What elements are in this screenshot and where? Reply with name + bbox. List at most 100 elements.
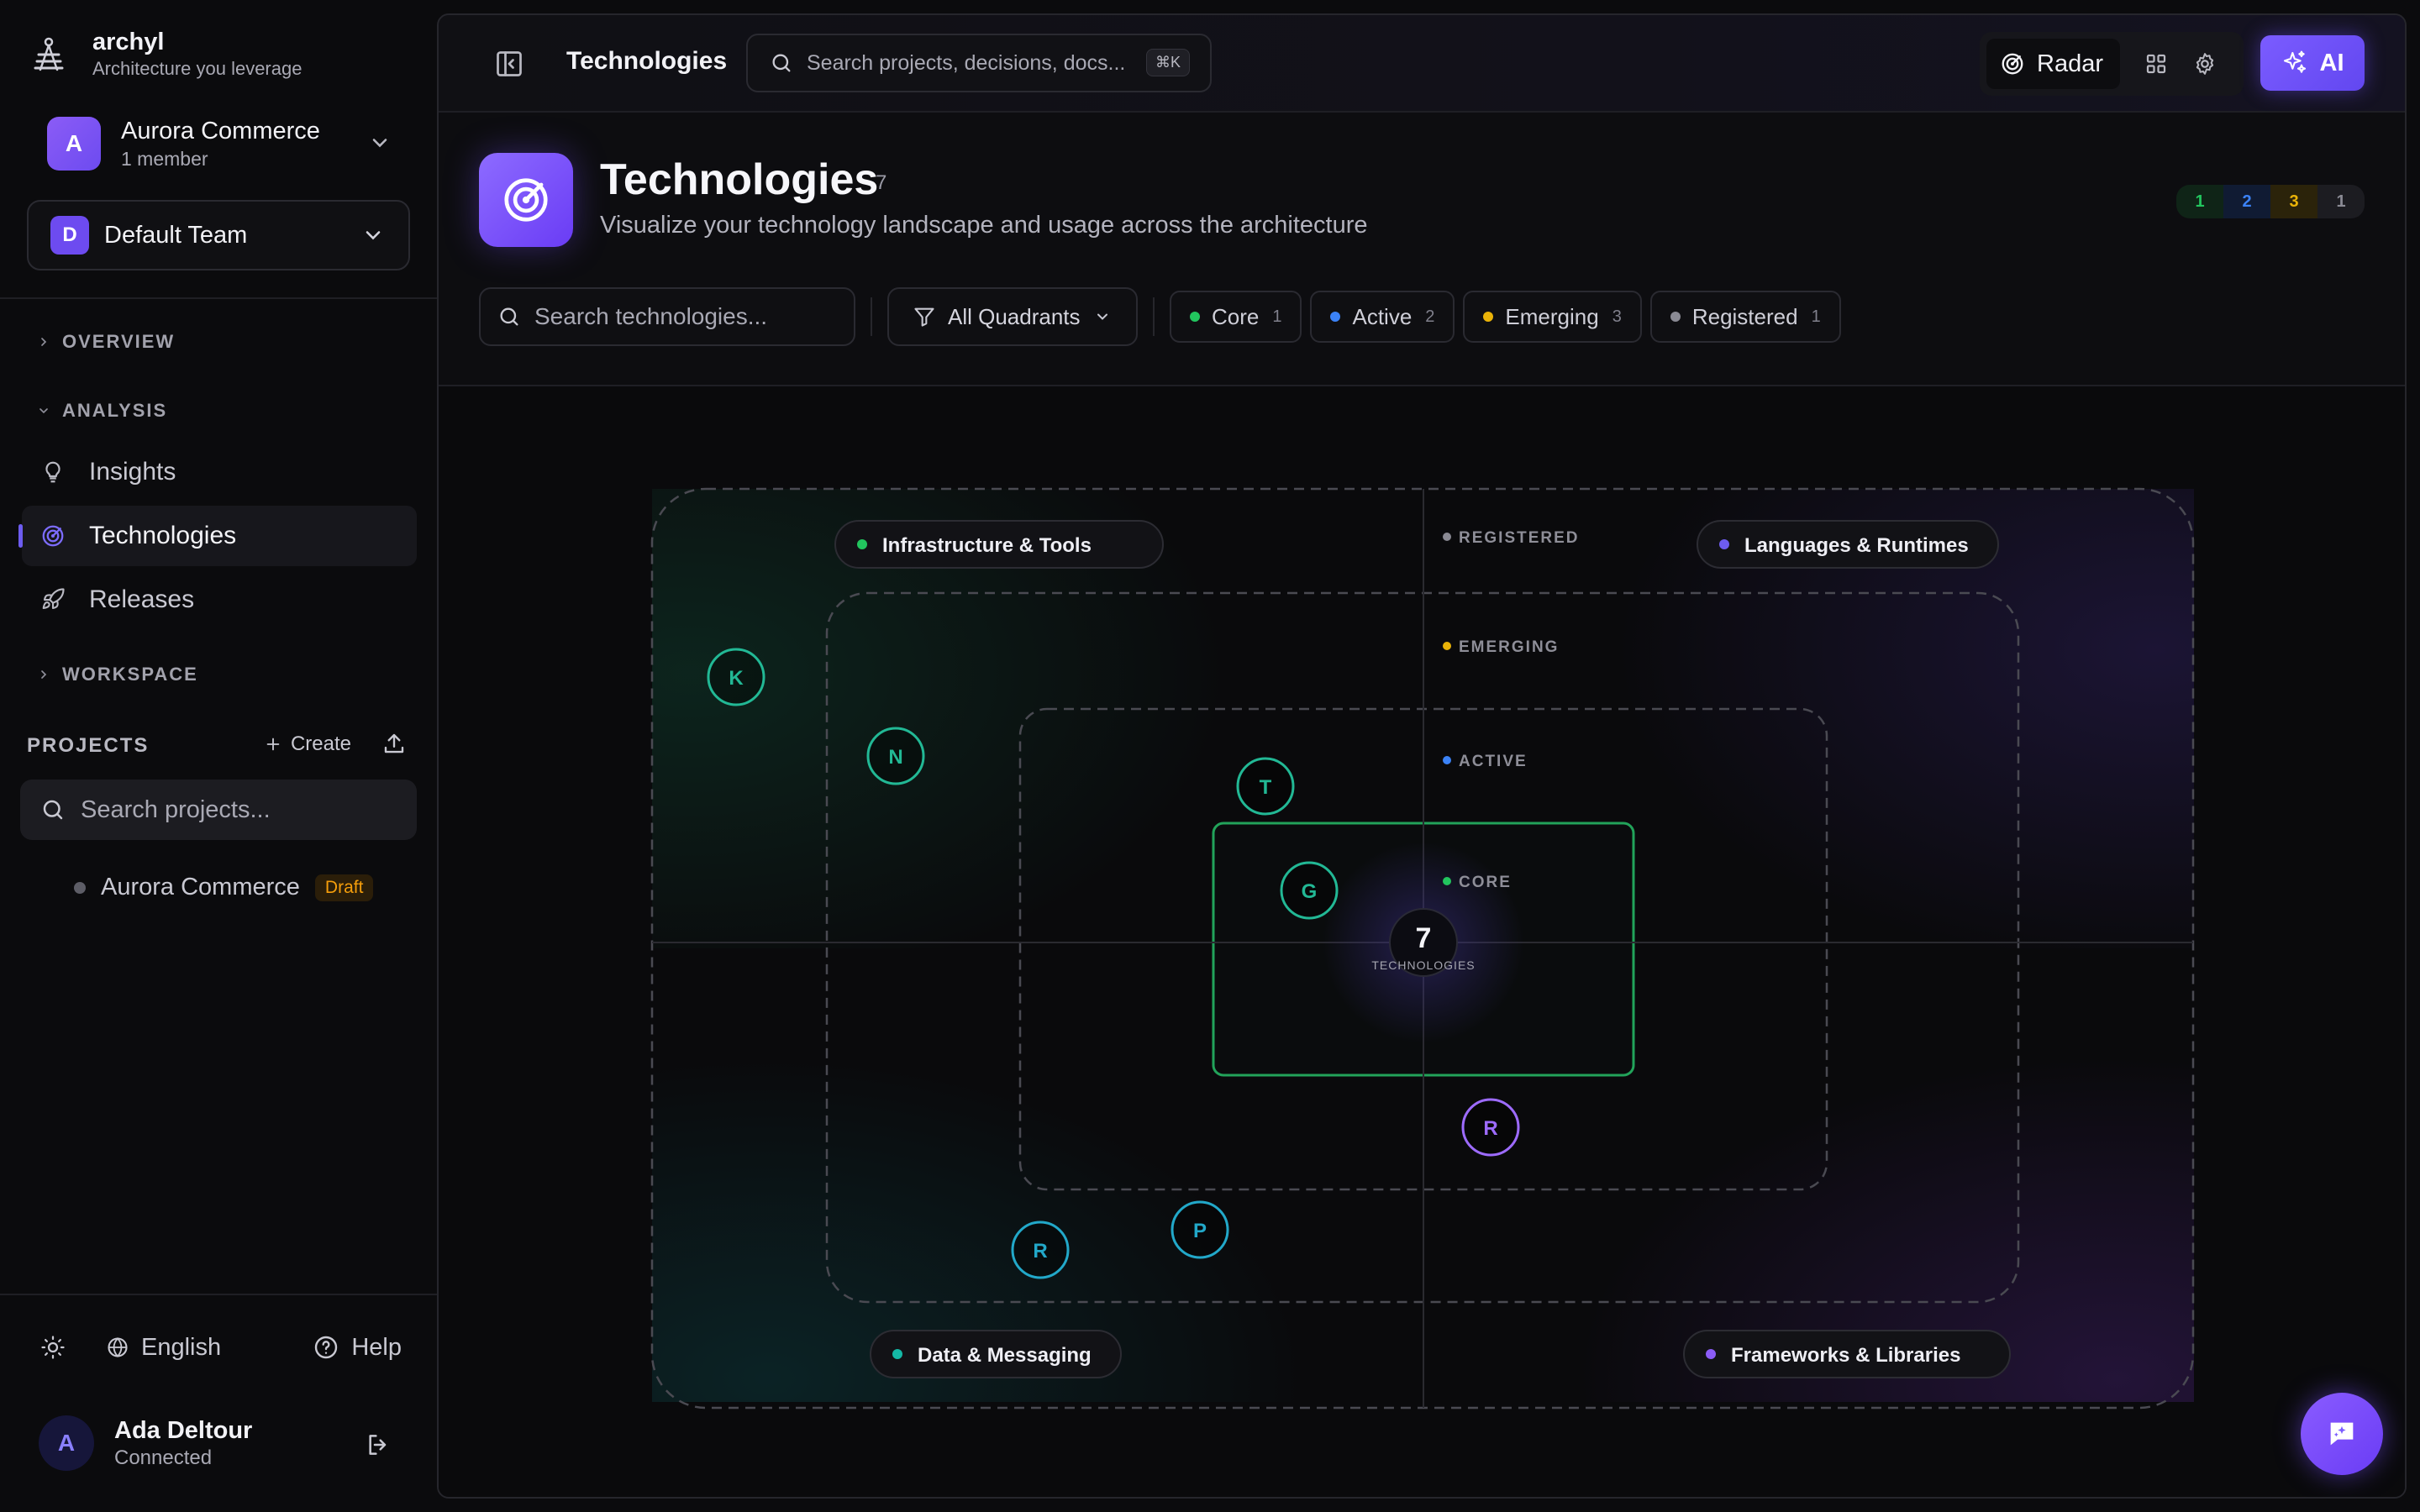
main-panel: Technologies ⌘K Radar AI Technologies 7 …: [437, 13, 2407, 1499]
language-label: English: [141, 1333, 222, 1361]
project-search[interactable]: [20, 780, 417, 840]
radar-icon: [2002, 53, 2023, 75]
technology-blip-label: P: [1193, 1220, 1207, 1242]
quadrant-label: Frameworks & Libraries: [1731, 1344, 1960, 1367]
quadrant-label: Infrastructure & Tools: [882, 534, 1092, 557]
help-button[interactable]: Help: [313, 1334, 402, 1362]
quadrant-select[interactable]: All Quadrants: [887, 287, 1138, 346]
ring-filter-active[interactable]: Active 2: [1310, 291, 1455, 343]
sidebar-item-insights[interactable]: Insights: [22, 442, 417, 502]
chevron-down-icon: [39, 408, 48, 414]
search-shortcut: ⌘K: [1145, 49, 1190, 76]
sidebar-item-label: Releases: [89, 585, 195, 613]
ring-label-dot: [1443, 642, 1451, 650]
ai-button[interactable]: AI: [2260, 35, 2365, 91]
section-analysis[interactable]: ANALYSIS: [37, 400, 167, 422]
user-name: Ada Deltour: [114, 1417, 253, 1444]
view-switcher: Radar: [1980, 32, 2244, 96]
user-status: Connected: [114, 1446, 213, 1469]
global-search[interactable]: ⌘K: [746, 34, 1212, 92]
total-technologies: 7: [1416, 922, 1432, 954]
gear-icon[interactable]: [2192, 51, 2217, 76]
team-selector[interactable]: D Default Team: [27, 200, 410, 270]
globe-icon: [108, 1337, 128, 1357]
technology-radar: REGISTERED EMERGING ACTIVE CORE Infrastructu…: [439, 386, 2405, 1497]
radar-icon: [42, 525, 64, 547]
ring-filter-count: 1: [1811, 307, 1821, 326]
quadrant-label: Data & Messaging: [918, 1344, 1092, 1367]
technology-search[interactable]: [479, 287, 855, 346]
ring-filter-core[interactable]: Core 1: [1170, 291, 1302, 343]
sun-icon[interactable]: [40, 1335, 66, 1360]
ring-count-pill: 2: [2223, 185, 2270, 218]
lightbulb-icon: [45, 461, 60, 483]
ring-label: EMERGING: [1459, 638, 1559, 656]
ring-label-dot: [1443, 533, 1451, 541]
create-project-button[interactable]: Create: [264, 732, 351, 756]
brand-name: archyl: [92, 29, 165, 55]
project-item-aurora-commerce[interactable]: Aurora Commerce Draft: [74, 874, 374, 901]
draft-badge: Draft: [314, 874, 374, 901]
radar-view-button[interactable]: Radar: [1986, 39, 2120, 89]
radar-layer: REGISTERED EMERGING ACTIVE CORE Infrastructu…: [650, 487, 2195, 1410]
grid-view-icon[interactable]: [2144, 51, 2169, 76]
section-workspace-label: WORKSPACE: [62, 664, 198, 685]
projects-header: PROJECTS Create: [27, 731, 410, 761]
page-subtitle: Visualize your technology landscape and …: [600, 212, 1368, 239]
quadrant-label: Languages & Runtimes: [1744, 534, 1969, 557]
org-members: 1 member: [121, 148, 208, 170]
language-selector[interactable]: English: [106, 1334, 221, 1362]
feedback-chat-button[interactable]: [2301, 1393, 2383, 1475]
ring-filter-registered[interactable]: Registered 1: [1649, 291, 1841, 343]
chevron-right-icon: [41, 338, 47, 346]
project-search-input[interactable]: [81, 795, 400, 824]
user-profile[interactable]: A Ada Deltour Connected: [39, 1411, 392, 1475]
page-title: Technologies: [600, 155, 879, 204]
org-name: Aurora Commerce: [121, 118, 320, 144]
sidebar-item-technologies[interactable]: Technologies: [18, 506, 417, 566]
project-name: Aurora Commerce: [101, 874, 300, 900]
sidebar-toggle-icon[interactable]: [494, 49, 524, 79]
ring-filter-label: Active: [1352, 303, 1413, 329]
technology-search-input[interactable]: [534, 303, 845, 330]
section-workspace[interactable]: WORKSPACE: [37, 664, 198, 685]
ring-count-pill: 1: [2176, 185, 2223, 218]
radar-view-label: Radar: [2037, 50, 2103, 77]
upload-icon[interactable]: [381, 731, 407, 756]
technology-blip-label: T: [1260, 776, 1272, 799]
org-avatar: A: [47, 117, 101, 171]
radar-icon: [479, 153, 573, 247]
section-overview[interactable]: OVERVIEW: [37, 331, 175, 353]
ai-label: AI: [2319, 49, 2344, 76]
rocket-icon: [42, 588, 65, 610]
ring-filter-count: 2: [1425, 307, 1435, 326]
org-switcher[interactable]: A Aurora Commerce 1 member: [47, 114, 392, 173]
ring-filter-label: Emerging: [1505, 303, 1599, 329]
technology-blip-label: G: [1302, 880, 1318, 903]
help-label: Help: [351, 1333, 402, 1361]
ring-label: CORE: [1459, 874, 1512, 891]
sidebar-item-releases[interactable]: Releases: [22, 570, 417, 630]
chat-sparkle-icon: [2330, 1422, 2354, 1446]
ring-dot: [1330, 312, 1341, 322]
filter-bar: All Quadrants Core 1 Active 2 Emerging 3 Regis…: [479, 287, 1849, 346]
ring-label-dot: [1443, 756, 1451, 764]
ring-dot: [1190, 312, 1200, 322]
help-icon: [315, 1336, 338, 1359]
global-search-input[interactable]: [807, 50, 1143, 76]
technology-blip-label: N: [888, 746, 902, 769]
brand[interactable]: archyl Architecture you leverage: [34, 25, 302, 84]
chevron-down-icon: [1097, 313, 1107, 320]
create-label: Create: [290, 732, 351, 755]
technology-blip-label: R: [1483, 1117, 1497, 1140]
logout-icon[interactable]: [365, 1431, 392, 1458]
total-technologies-label: TECHNOLOGIES: [1371, 958, 1475, 972]
quadrant-select-label: All Quadrants: [948, 303, 1081, 329]
ring-filter-emerging[interactable]: Emerging 3: [1463, 291, 1642, 343]
chevron-down-icon: [372, 139, 387, 148]
sidebar-footer: English Help: [40, 1329, 402, 1366]
technology-count: 7: [876, 171, 887, 194]
quadrant-dot: [857, 539, 867, 549]
ring-filter-count: 3: [1612, 307, 1622, 326]
search-icon: [500, 307, 518, 326]
